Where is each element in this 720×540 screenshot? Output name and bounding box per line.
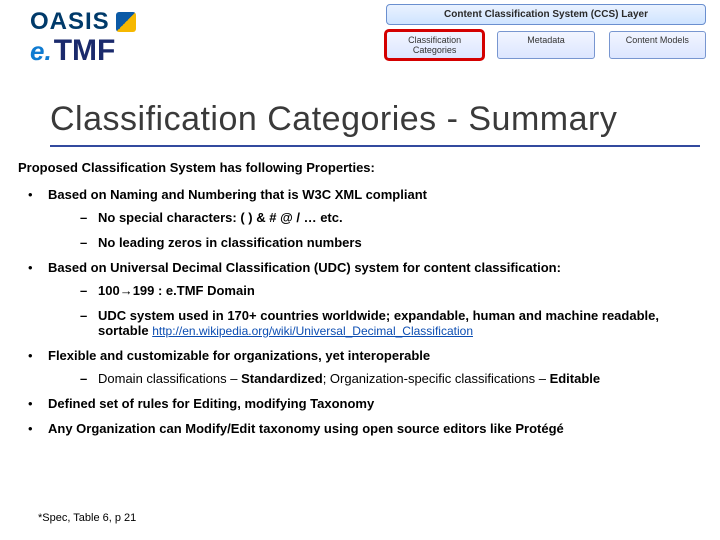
b3s1-a: Domain classifications – <box>98 371 241 386</box>
bullet-1-sub-1: No special characters: ( ) & # @ / … etc… <box>74 210 702 225</box>
footnote: *Spec, Table 6, p 21 <box>38 512 136 524</box>
b3s1-d: Editable <box>550 371 601 386</box>
etmf-e: e. <box>30 36 52 67</box>
page-title: Classification Categories - Summary <box>50 100 700 147</box>
bullet-2-sub-1: 100→199 : e.TMF Domain <box>74 283 702 298</box>
bullet-2-text: Based on Universal Decimal Classificatio… <box>48 260 561 275</box>
bullet-4: Defined set of rules for Editing, modify… <box>18 396 702 411</box>
b3s1-b: Standardized <box>241 371 323 386</box>
bullet-2: Based on Universal Decimal Classificatio… <box>18 260 702 338</box>
bullet-1-sub-2: No leading zeros in classification numbe… <box>74 235 702 250</box>
ccs-layer-title: Content Classification System (CCS) Laye… <box>386 4 706 25</box>
brand-block: OASIS e. TMF <box>30 8 136 68</box>
intro-text: Proposed Classification System has follo… <box>18 160 702 175</box>
bullet-3: Flexible and customizable for organizati… <box>18 348 702 386</box>
bullet-2-sub-2: UDC system used in 170+ countries worldw… <box>74 308 702 338</box>
oasis-wordmark: OASIS <box>30 8 110 36</box>
ccs-layer-diagram: Content Classification System (CCS) Laye… <box>386 4 706 59</box>
ccs-cell-models: Content Models <box>609 31 706 59</box>
etmf-tmf: TMF <box>54 34 116 68</box>
bullet-3-text: Flexible and customizable for organizati… <box>48 348 430 363</box>
etmf-logo: e. TMF <box>30 34 136 68</box>
bullet-1: Based on Naming and Numbering that is W3… <box>18 187 702 250</box>
udc-wikipedia-link[interactable]: http://en.wikipedia.org/wiki/Universal_D… <box>152 324 473 338</box>
ccs-cell-metadata: Metadata <box>497 31 594 59</box>
ccs-cell-categories: Classification Categories <box>386 31 483 59</box>
oasis-logo: OASIS <box>30 8 136 36</box>
b3s1-c: ; Organization-specific classifications … <box>323 371 550 386</box>
ccs-layer-row: Classification Categories Metadata Conte… <box>386 31 706 59</box>
slide: OASIS e. TMF Content Classification Syst… <box>0 0 720 540</box>
bullet-1-text: Based on Naming and Numbering that is W3… <box>48 187 427 202</box>
bullet-5: Any Organization can Modify/Edit taxonom… <box>18 421 702 436</box>
bullet-3-sub-1: Domain classifications – Standardized; O… <box>74 371 702 386</box>
body: Proposed Classification System has follo… <box>18 160 702 446</box>
bullet-list: Based on Naming and Numbering that is W3… <box>18 187 702 436</box>
oasis-icon <box>116 12 136 32</box>
